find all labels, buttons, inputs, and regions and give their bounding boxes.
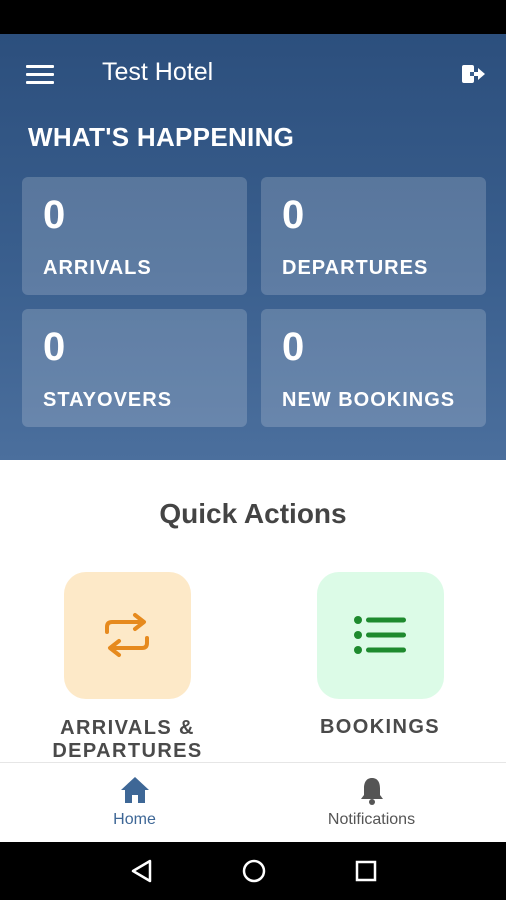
quick-actions-section: Quick Actions ARRIVALS & DEPARTURES BOOK… [0,460,506,762]
bottom-navigation: Home Notifications [0,762,506,842]
nav-home-label: Home [113,811,156,828]
stat-card-departures[interactable]: 0 DEPARTURES [261,177,486,295]
stat-value: 0 [43,325,66,369]
hero-section: Test Hotel WHAT'S HAPPENING 0 ARRIVALS 0… [0,34,506,460]
status-bar [0,0,506,34]
bell-icon [359,776,385,811]
stat-card-new-bookings[interactable]: 0 NEW BOOKINGS [261,309,486,427]
stat-label: NEW BOOKINGS [282,389,456,411]
logout-icon[interactable] [460,62,486,86]
nav-notifications-label: Notifications [327,811,416,828]
home-icon [120,776,150,809]
hamburger-menu-icon[interactable] [26,65,54,85]
system-navigation-bar [0,842,506,900]
whats-happening-title: WHAT'S HAPPENING [28,122,295,152]
swap-arrows-icon [99,612,155,663]
app-bar: Test Hotel [0,34,506,114]
arrivals-departures-button[interactable] [64,572,191,699]
stat-label: DEPARTURES [282,257,429,279]
bookings-button[interactable] [317,572,444,699]
back-icon[interactable] [128,857,156,885]
list-icon [354,615,408,660]
stat-card-arrivals[interactable]: 0 ARRIVALS [22,177,247,295]
stat-label: STAYOVERS [43,389,173,411]
recents-square-icon[interactable] [352,857,380,885]
app-screen: Test Hotel WHAT'S HAPPENING 0 ARRIVALS 0… [0,0,506,900]
arrivals-departures-label: ARRIVALS & DEPARTURES [52,717,203,762]
app-title: Test Hotel [102,58,214,86]
quick-actions-title: Quick Actions [159,498,347,529]
stat-label: ARRIVALS [43,257,152,279]
bookings-label: BOOKINGS [319,716,441,738]
stat-value: 0 [282,193,305,237]
stat-card-stayovers[interactable]: 0 STAYOVERS [22,309,247,427]
stat-value: 0 [43,193,66,237]
nav-home[interactable]: Home [8,763,261,843]
stat-value: 0 [282,325,305,369]
home-circle-icon[interactable] [240,857,268,885]
nav-notifications[interactable]: Notifications [245,763,498,843]
